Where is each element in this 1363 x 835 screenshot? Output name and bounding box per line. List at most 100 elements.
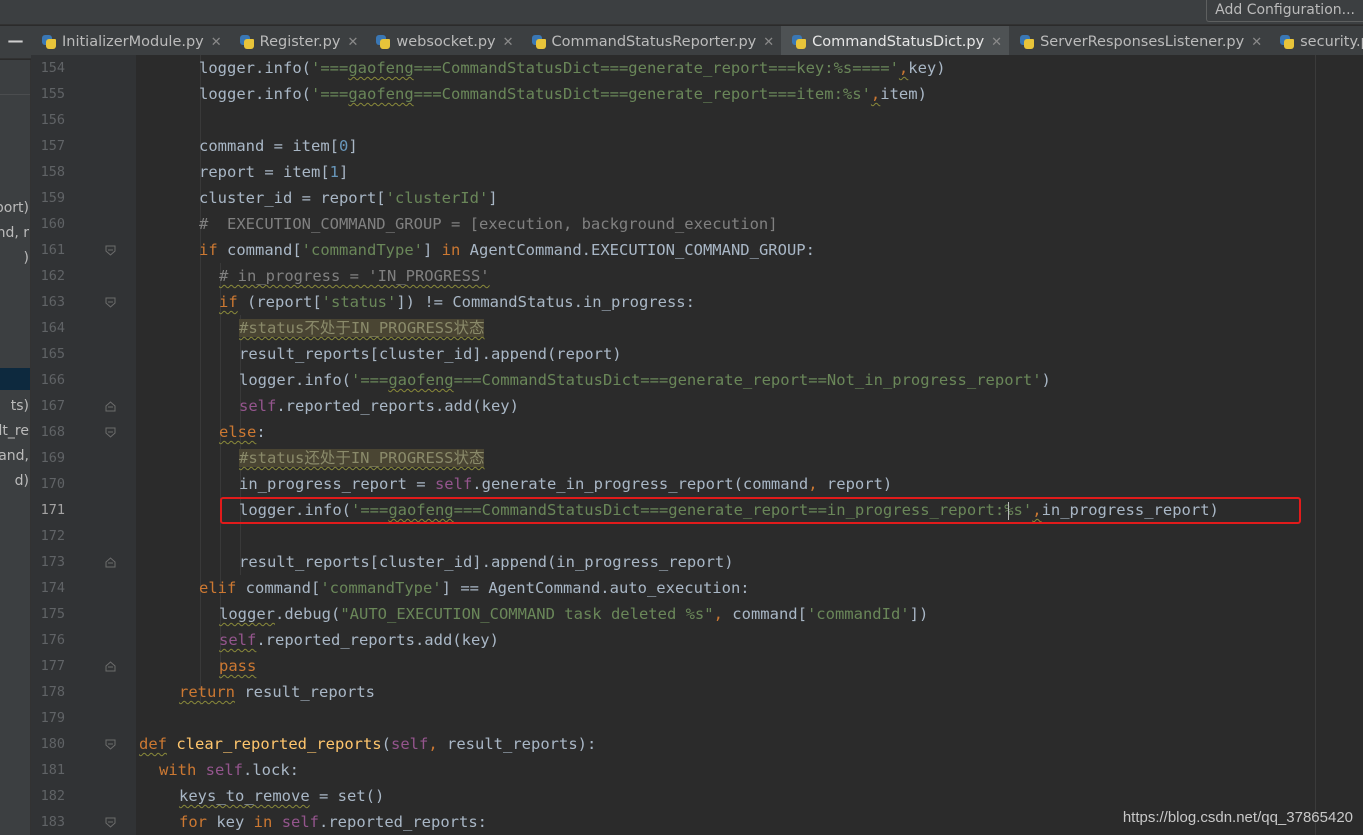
close-icon[interactable]: ✕: [991, 35, 1002, 50]
tab-label: CommandStatusReporter.py: [551, 34, 757, 50]
tab-register[interactable]: Register.py ✕: [229, 26, 366, 58]
fold-collapse-icon[interactable]: [105, 297, 116, 308]
fold-end-icon[interactable]: [105, 661, 116, 672]
project-tree-selected-row[interactable]: [0, 368, 30, 390]
code-token: 'commandId': [806, 605, 910, 623]
line-number: 162: [40, 268, 65, 284]
project-tree-item[interactable]: ): [0, 249, 29, 267]
tab-commandstatusreporter[interactable]: CommandStatusReporter.py ✕: [521, 26, 782, 58]
top-toolbar: Add Configuration...: [0, 0, 1363, 25]
add-configuration-button[interactable]: Add Configuration...: [1206, 0, 1363, 22]
code-token: logger.info(: [239, 371, 351, 389]
tab-initializermodule[interactable]: InitializerModule.py ✕: [31, 26, 229, 58]
code-token: result_reports: [235, 683, 375, 701]
code-line: def clear_reported_reports(self, result_…: [139, 731, 596, 757]
code-token: 1: [329, 163, 339, 181]
code-token: ===CommandStatusDict===generate_report==…: [413, 85, 871, 103]
project-tree-item[interactable]: port): [0, 199, 29, 217]
code-token: result_reports):: [437, 735, 597, 753]
code-token: result_reports[cluster_id].append(in_pro…: [239, 553, 734, 571]
line-number: 179: [40, 710, 65, 726]
close-icon[interactable]: ✕: [1251, 35, 1262, 50]
line-number: 182: [40, 788, 65, 804]
code-line: pass: [219, 653, 256, 679]
line-number: 165: [40, 346, 65, 362]
code-token: in_progress_report =: [239, 475, 435, 493]
code-token: keys_to_remove: [179, 787, 310, 805]
code-token: ] == AgentCommand.auto_execution:: [441, 579, 750, 597]
code-token: if: [199, 241, 218, 259]
tab-commandstatusdict[interactable]: CommandStatusDict.py ✕: [781, 26, 1010, 58]
code-token: report): [817, 475, 893, 493]
code-line: #status不处于IN_PROGRESS状态: [239, 315, 485, 341]
code-token: ]: [423, 241, 442, 259]
tab-serverresponseslistener[interactable]: ServerResponsesListener.py ✕: [1009, 26, 1269, 58]
code-token: ): [1041, 371, 1051, 389]
code-token: ,: [870, 85, 881, 103]
tab-security[interactable]: security.py: [1269, 26, 1363, 58]
code-token: key): [908, 59, 946, 77]
line-number: 163: [40, 294, 65, 310]
tab-websocket[interactable]: websocket.py ✕: [365, 26, 520, 58]
hide-panel-icon[interactable]: —: [0, 26, 31, 58]
fold-collapse-icon[interactable]: [105, 427, 116, 438]
line-number: 157: [40, 138, 65, 154]
line-number: 178: [40, 684, 65, 700]
line-number: 169: [40, 450, 65, 466]
code-token: ,: [713, 605, 723, 623]
line-number-gutter[interactable]: 154 155 156 157 158 159 160 161 162 163 164 165 166 1…: [31, 55, 136, 835]
code-token: .info(: [255, 85, 311, 103]
code-line: in_progress_report = self.generate_in_pr…: [239, 471, 892, 497]
fold-collapse-icon[interactable]: [105, 245, 116, 256]
close-icon[interactable]: ✕: [503, 35, 514, 50]
project-tree-item[interactable]: ts): [0, 397, 29, 415]
fold-collapse-icon[interactable]: [105, 739, 116, 750]
tab-label: Register.py: [259, 34, 341, 50]
code-line: report = item[1]: [199, 159, 348, 185]
project-tree-item[interactable]: nd, r: [0, 224, 29, 242]
project-tree-item[interactable]: lt_re: [0, 422, 29, 440]
close-icon[interactable]: ✕: [347, 35, 358, 50]
code-editor[interactable]: logger.info('===gaofeng===CommandStatusD…: [136, 55, 1363, 835]
code-token: command[: [217, 241, 302, 259]
line-number: 156: [40, 112, 65, 128]
code-token: self: [239, 397, 277, 415]
close-icon[interactable]: ✕: [763, 35, 774, 50]
code-token: # EXECUTION_COMMAND_GROUP = [execution, …: [199, 215, 778, 233]
line-number: 176: [40, 632, 65, 648]
code-token: .reported_reports.add(key): [256, 631, 499, 649]
project-tree-item[interactable]: and,: [0, 447, 29, 465]
python-file-icon: [1019, 34, 1035, 50]
code-line: logger.info('===gaofeng===CommandStatusD…: [199, 55, 946, 81]
code-token: ]) != CommandStatus.in_progress:: [396, 293, 695, 311]
code-token: set: [337, 787, 366, 805]
panel-divider: [0, 94, 30, 95]
code-line: with self.lock:: [159, 757, 299, 783]
fold-end-icon[interactable]: [105, 401, 116, 412]
code-token: (report[: [237, 293, 322, 311]
code-token: 0: [338, 137, 349, 155]
code-line: logger.debug("AUTO_EXECUTION_COMMAND tas…: [219, 601, 928, 627]
code-line: command = item[0]: [199, 133, 358, 159]
line-number: 170: [40, 476, 65, 492]
line-number: 155: [40, 86, 65, 102]
project-tree-item[interactable]: d): [0, 472, 29, 490]
line-number: 171: [40, 502, 65, 518]
line-number: 183: [40, 814, 65, 830]
code-token: ===CommandStatusDict===generate_report==…: [453, 371, 1042, 389]
code-token: command = item[: [199, 137, 339, 155]
code-token: gaofeng: [388, 371, 454, 389]
code-token: key: [207, 813, 254, 831]
close-icon[interactable]: ✕: [211, 35, 222, 50]
fold-collapse-icon[interactable]: [105, 817, 116, 828]
code-token: .reported_reports.add(key): [276, 397, 519, 415]
code-token: self: [205, 761, 243, 779]
code-line: elif command['commandType'] == AgentComm…: [199, 575, 750, 601]
code-line: result_reports[cluster_id].append(in_pro…: [239, 549, 734, 575]
code-line: else:: [219, 419, 266, 445]
fold-end-icon[interactable]: [105, 557, 116, 568]
tab-label: CommandStatusDict.py: [812, 34, 985, 50]
code-token: for: [179, 813, 207, 831]
